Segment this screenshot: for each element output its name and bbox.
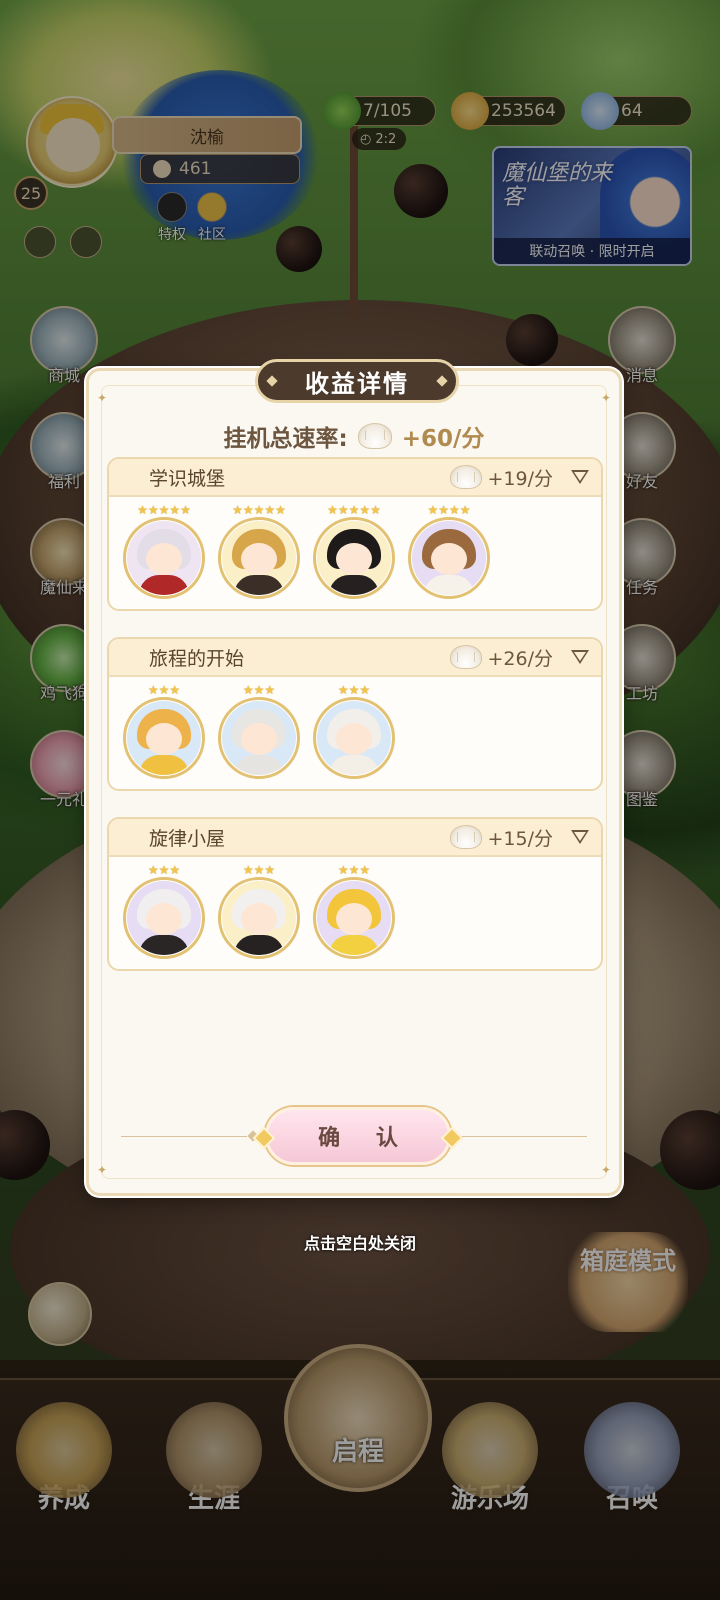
confirm-button[interactable]: 确 认 <box>265 1107 451 1165</box>
close-hint: 点击空白处关闭 <box>303 1234 416 1253</box>
portrait-frame <box>218 517 300 599</box>
star-rating: ★★★★★ <box>137 503 191 517</box>
portrait-frame <box>408 517 490 599</box>
shell-icon <box>449 465 482 489</box>
shell-icon <box>449 645 482 669</box>
group-rate-value: +26/分 <box>487 647 554 670</box>
character-slot[interactable]: ★★★ <box>123 863 205 959</box>
group-name: 学识城堡 <box>149 467 226 490</box>
character-list: ★★★★★ ★★★★★ ★★★★★ ★★★★ <box>109 497 601 607</box>
portrait-frame <box>313 697 395 779</box>
star-rating: ★★★ <box>242 863 276 877</box>
income-details-modal: ✦ ✦ ✦ ✦ 收益详情 挂机总速率: +60/分 学识城堡 +19/分 ★★★… <box>86 359 622 1196</box>
group-melody-cottage: 旋律小屋 +15/分 ★★★ ★★★ ★★★ <box>107 817 603 971</box>
star-rating: ★★★ <box>242 683 276 697</box>
portrait-frame <box>218 697 300 779</box>
total-rate: 挂机总速率: +60/分 <box>89 419 619 453</box>
collapse-toggle-icon[interactable] <box>571 830 589 844</box>
character-slot[interactable]: ★★★ <box>218 683 300 779</box>
group-knowledge-castle: 学识城堡 +19/分 ★★★★★ ★★★★★ ★★★★★ ★★★★ <box>107 457 603 611</box>
star-rating: ★★★ <box>147 863 181 877</box>
star-rating: ★★★ <box>337 863 371 877</box>
star-rating: ★★★ <box>337 683 371 697</box>
group-journey-start: 旅程的开始 +26/分 ★★★ ★★★ ★★★ <box>107 637 603 791</box>
star-rating: ★★★★★ <box>232 503 286 517</box>
character-slot[interactable]: ★★★ <box>313 683 395 779</box>
star-rating: ★★★ <box>147 683 181 697</box>
star-rating: ★★★★ <box>427 503 471 517</box>
portrait-frame <box>313 517 395 599</box>
character-slot[interactable]: ★★★★ <box>408 503 490 599</box>
group-rate-value: +15/分 <box>487 827 554 850</box>
divider-line <box>461 1136 587 1137</box>
group-rate-value: +19/分 <box>487 467 554 490</box>
group-rate: +26/分 <box>449 644 554 671</box>
character-slot[interactable]: ★★★ <box>123 683 205 779</box>
modal-title: 收益详情 <box>255 359 459 403</box>
shell-icon <box>357 423 392 449</box>
corner-ornament: ✦ <box>601 391 612 405</box>
portrait-frame <box>313 877 395 959</box>
total-rate-label: 挂机总速率: <box>223 426 348 452</box>
group-header[interactable]: 旋律小屋 +15/分 <box>109 819 601 857</box>
corner-ornament: ✦ <box>97 391 108 405</box>
character-slot[interactable]: ★★★★★ <box>123 503 205 599</box>
group-header[interactable]: 旅程的开始 +26/分 <box>109 639 601 677</box>
portrait-frame <box>218 877 300 959</box>
character-slot[interactable]: ★★★ <box>313 863 395 959</box>
group-name: 旅程的开始 <box>149 647 245 670</box>
confirm-row: 确 认 <box>121 1107 587 1167</box>
divider-line <box>121 1136 247 1137</box>
corner-ornament: ✦ <box>97 1163 108 1177</box>
total-rate-value: +60/分 <box>401 426 485 452</box>
group-rate: +19/分 <box>449 464 554 491</box>
group-header[interactable]: 学识城堡 +19/分 <box>109 459 601 497</box>
portrait-frame <box>123 877 205 959</box>
character-slot[interactable]: ★★★ <box>218 863 300 959</box>
collapse-toggle-icon[interactable] <box>571 650 589 664</box>
character-list: ★★★ ★★★ ★★★ <box>109 857 601 967</box>
shell-icon <box>449 825 482 849</box>
character-list: ★★★ ★★★ ★★★ <box>109 677 601 787</box>
character-slot[interactable]: ★★★★★ <box>218 503 300 599</box>
group-name: 旋律小屋 <box>149 827 226 850</box>
portrait-frame <box>123 697 205 779</box>
star-rating: ★★★★★ <box>327 503 381 517</box>
group-rate: +15/分 <box>449 824 554 851</box>
collapse-toggle-icon[interactable] <box>571 470 589 484</box>
portrait-frame <box>123 517 205 599</box>
corner-ornament: ✦ <box>601 1163 612 1177</box>
character-slot[interactable]: ★★★★★ <box>313 503 395 599</box>
